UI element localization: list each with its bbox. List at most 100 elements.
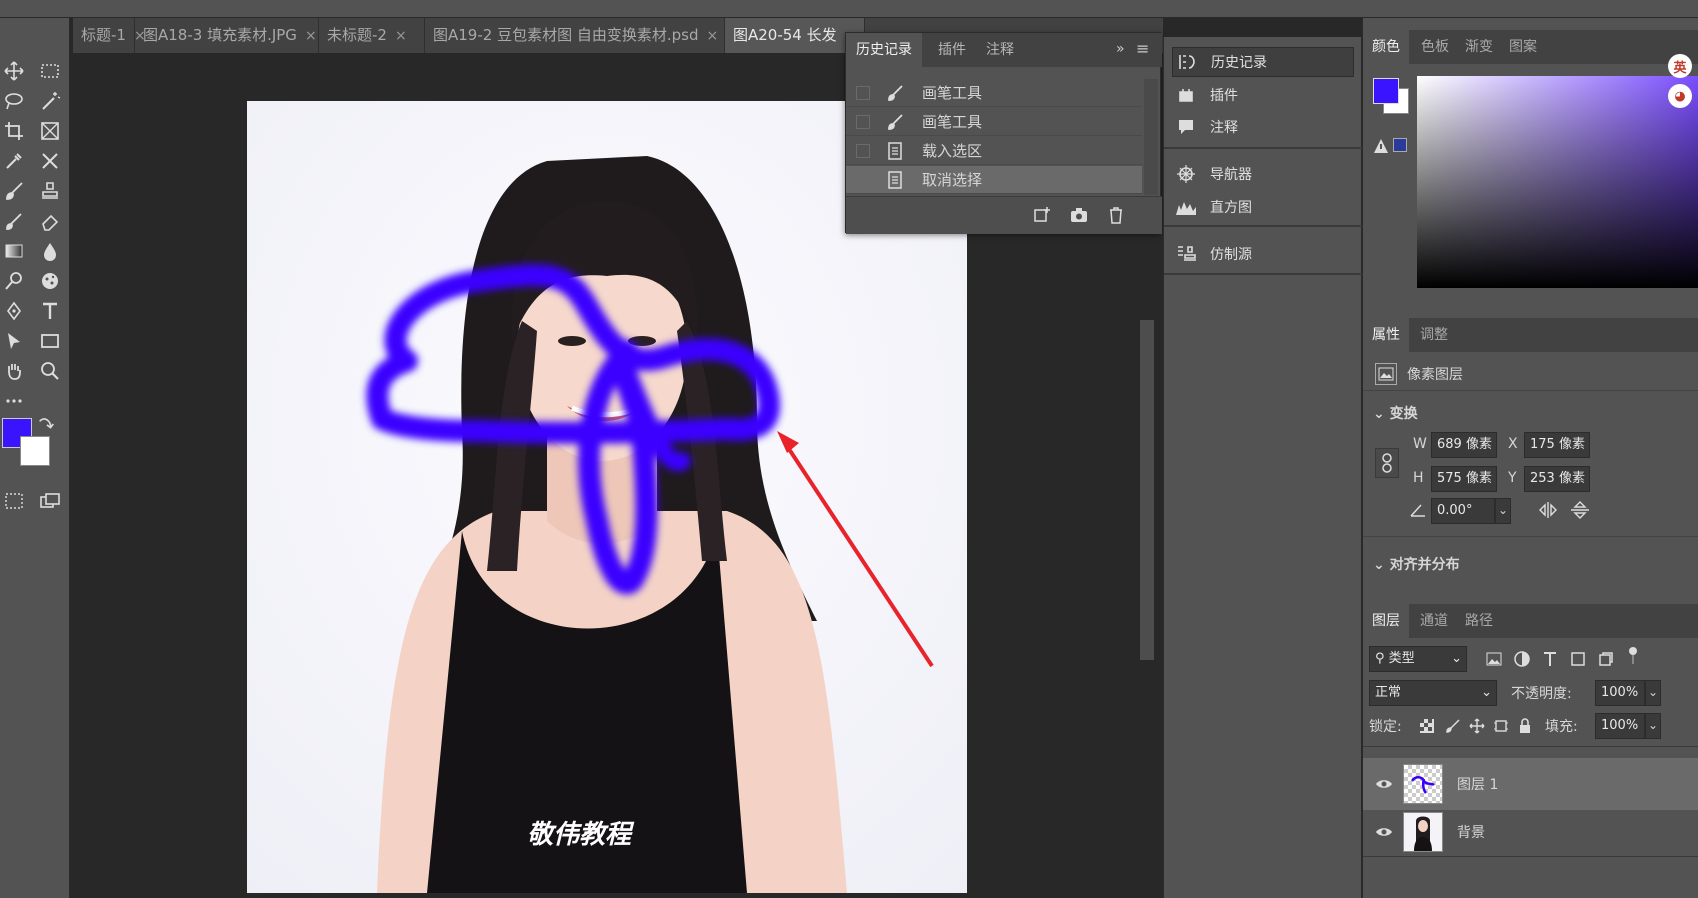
tab-comments[interactable]: 注释 [976,33,1024,67]
fill-dropdown-icon[interactable]: ⌄ [1645,713,1661,739]
frame-tool-icon[interactable] [36,118,64,144]
history-item-selected[interactable]: 取消选择 [846,166,1142,194]
eye-visibility-icon[interactable] [1375,823,1393,841]
snapshot-camera-icon[interactable] [1069,205,1089,225]
history-scrollbar[interactable] [1144,79,1158,195]
panel-button-navigator[interactable]: 导航器 [1172,159,1354,189]
panel-button-histogram[interactable]: 直方图 [1172,192,1354,222]
fill-input[interactable]: 100% [1595,713,1645,739]
opacity-dropdown-icon[interactable]: ⌄ [1645,680,1661,706]
tab-gradients[interactable]: 渐变 [1456,30,1502,64]
filter-adjustment-icon[interactable] [1513,650,1531,668]
width-input[interactable]: 689 像素 [1431,432,1497,458]
clone-stamp-tool-icon[interactable] [36,178,64,204]
history-checkbox[interactable] [856,143,870,158]
history-item[interactable]: 画笔工具 [846,108,1142,136]
filter-toggle-icon[interactable] [1627,646,1639,666]
panel-button-comments[interactable]: 注释 [1172,112,1354,142]
doc-tab-3[interactable]: 未标题-2 × [319,18,425,53]
align-section-toggle[interactable]: ⌄ 对齐并分布 [1373,554,1460,574]
lock-transparent-icon[interactable] [1419,718,1435,734]
web-safe-color-swatch[interactable] [1393,138,1407,152]
pen-tool-icon[interactable] [0,298,28,324]
panel-button-plugins[interactable]: 插件 [1172,80,1354,110]
tab-patterns[interactable]: 图案 [1500,30,1546,64]
transform-section-toggle[interactable]: ⌄ 变换 [1373,403,1418,423]
flip-horizontal-icon[interactable] [1537,500,1559,520]
history-checkbox[interactable] [856,172,870,187]
magic-wand-tool-icon[interactable] [36,88,64,114]
layer-row[interactable]: 背景 [1363,806,1698,858]
ime-language-indicator[interactable]: 英 [1668,54,1692,78]
marquee-tool-icon[interactable] [36,58,64,84]
rectangle-tool-icon[interactable] [36,328,64,354]
tab-properties[interactable]: 属性 [1363,318,1409,352]
gradient-tool-icon[interactable] [0,238,28,264]
lock-all-icon[interactable] [1517,718,1533,734]
doc-tab-5-active[interactable]: 图A20-54 长发 [725,18,865,53]
screen-mode-icon[interactable] [36,488,64,514]
tab-history[interactable]: 历史记录 [846,33,922,67]
layer-name[interactable]: 背景 [1457,822,1485,842]
tab-paths[interactable]: 路径 [1456,604,1502,638]
height-input[interactable]: 575 像素 [1431,466,1497,492]
path-selection-tool-icon[interactable] [0,328,28,354]
layer-filter-select[interactable]: ⚲ 类型 ⌄ [1369,646,1467,672]
angle-input[interactable]: 0.00° [1431,498,1495,524]
history-item[interactable]: 画笔工具 [846,79,1142,107]
tab-plugins[interactable]: 插件 [928,33,976,67]
panel-button-history[interactable]: 历史记录 [1172,47,1354,77]
layer-name[interactable]: 图层 1 [1457,774,1498,794]
lock-position-icon[interactable] [1469,718,1485,734]
history-checkbox[interactable] [856,85,870,100]
move-tool-icon[interactable] [0,58,28,84]
crop-tool-icon[interactable] [0,118,28,144]
doc-tab-1[interactable]: 标题-1 × [73,18,146,53]
canvas-vertical-scrollbar[interactable] [1140,320,1154,660]
lock-pixels-brush-icon[interactable] [1445,718,1461,734]
filter-pixel-icon[interactable] [1485,650,1503,668]
panel-button-clone-source[interactable]: 仿制源 [1172,239,1354,269]
flip-vertical-icon[interactable] [1569,500,1591,520]
new-document-icon[interactable] [1032,205,1052,225]
lasso-tool-icon[interactable] [0,88,28,114]
opacity-input[interactable]: 100% [1595,680,1645,706]
quick-mask-icon[interactable] [0,488,28,514]
swap-colors-icon[interactable] [36,414,56,434]
y-input[interactable]: 253 像素 [1524,466,1590,492]
doc-tab-4[interactable]: 图A19-2 豆包素材图 自由变换素材.psd × [425,18,725,53]
delete-trash-icon[interactable] [1106,205,1126,225]
filter-shape-icon[interactable] [1569,650,1587,668]
eraser-tool-icon[interactable] [36,208,64,234]
eyedropper-tool-icon[interactable] [0,148,28,174]
filter-type-icon[interactable] [1541,650,1559,668]
tab-swatches[interactable]: 色板 [1412,30,1458,64]
panel-menu-icon[interactable]: ≡ [1136,39,1149,58]
tab-channels[interactable]: 通道 [1411,604,1457,638]
filter-smart-object-icon[interactable] [1597,650,1615,668]
eye-visibility-icon[interactable] [1375,775,1393,793]
history-brush-tool-icon[interactable] [0,208,28,234]
history-checkbox[interactable] [856,114,870,129]
lock-artboard-icon[interactable] [1493,718,1509,734]
history-item[interactable]: 载入选区 [846,137,1142,165]
gamut-warning-icon[interactable] [1373,138,1389,154]
blend-mode-select[interactable]: 正常 ⌄ [1369,680,1497,706]
tab-adjustments[interactable]: 调整 [1411,318,1457,352]
ime-mascot-icon[interactable]: ◕ [1668,84,1692,108]
collapse-panel-icon[interactable]: » [1116,41,1125,57]
type-tool-icon[interactable] [36,298,64,324]
blur-tool-icon[interactable] [36,238,64,264]
color-foreground-swatch[interactable] [1373,78,1399,104]
more-tools-icon[interactable] [0,388,28,414]
dodge-tool-icon[interactable] [0,268,28,294]
tab-color[interactable]: 颜色 [1363,30,1409,64]
close-tab-icon[interactable]: × [395,28,407,44]
tab-layers[interactable]: 图层 [1363,604,1409,638]
x-input[interactable]: 175 像素 [1524,432,1590,458]
angle-dropdown-icon[interactable]: ⌄ [1495,498,1511,524]
background-color-swatch[interactable] [20,436,50,466]
zoom-tool-icon[interactable] [36,358,64,384]
color-field[interactable] [1417,76,1698,288]
close-tab-icon[interactable]: × [305,28,317,44]
